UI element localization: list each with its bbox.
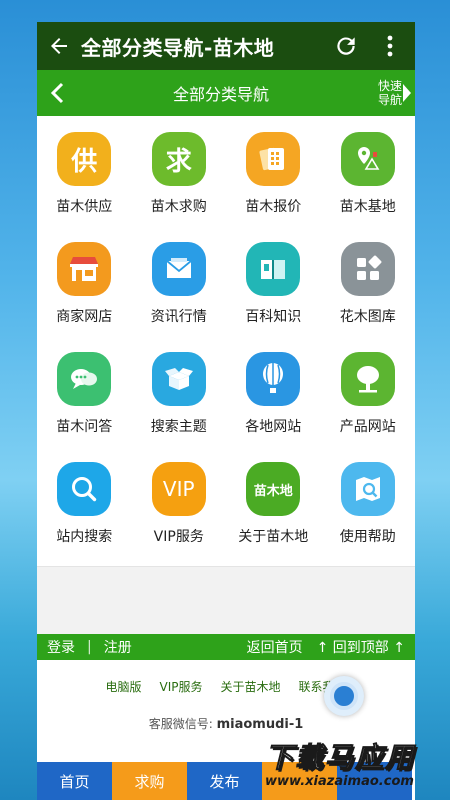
- category-label: 苗木求购: [150, 199, 207, 215]
- desktop-version-link[interactable]: 电脑版: [105, 678, 141, 695]
- category-item[interactable]: 产品网站: [321, 352, 416, 436]
- icon-glyph: 求: [165, 146, 192, 177]
- service-wechat-id: miaomudi-1: [216, 717, 304, 732]
- purchase-icon: 求: [151, 132, 206, 186]
- qa-chat-icon: [57, 352, 112, 406]
- category-label: 站内搜索: [56, 529, 113, 545]
- blank-area: [37, 566, 415, 634]
- category-item[interactable]: 站内搜索: [37, 462, 132, 546]
- quick-nav-label: 快速 导航: [377, 79, 403, 107]
- app-bar: 全部分类导航-苗木地: [37, 22, 415, 70]
- back-home-link[interactable]: 返回首页: [247, 637, 303, 657]
- caret-right-icon: [403, 84, 411, 102]
- category-item[interactable]: 百科知识: [226, 242, 321, 326]
- category-item[interactable]: 求苗木求购: [132, 132, 227, 216]
- tab-purchase-label: 求购: [134, 772, 165, 791]
- app-title: 全部分类导航-苗木地: [81, 35, 275, 60]
- category-item[interactable]: 苗木基地: [321, 132, 416, 216]
- icon-glyph: 供: [71, 146, 98, 177]
- category-item[interactable]: 搜索主题: [132, 352, 227, 436]
- quick-nav-button[interactable]: 快速 导航: [365, 79, 415, 107]
- about-link[interactable]: 关于苗木地: [220, 678, 280, 695]
- vip-icon: VIP: [151, 462, 206, 516]
- tab-home-label: 首页: [59, 772, 90, 791]
- chevron-left-icon[interactable]: [37, 70, 77, 116]
- back-to-top-link[interactable]: ↑ 回到顶部 ↑: [317, 637, 405, 657]
- watermark-url: www.xiazaimao.com: [265, 774, 414, 789]
- floating-assist-button[interactable]: [324, 676, 364, 716]
- category-label: 资讯行情: [150, 309, 207, 325]
- register-link[interactable]: 注册: [104, 637, 132, 657]
- login-link[interactable]: 登录: [47, 637, 75, 657]
- category-label: 百科知识: [245, 309, 302, 325]
- category-label: 搜索主题: [150, 419, 207, 435]
- quick-nav-line2: 导航: [377, 93, 402, 107]
- tab-purchase[interactable]: 求购: [112, 762, 187, 800]
- category-item[interactable]: 苗木问答: [37, 352, 132, 436]
- category-item[interactable]: 苗木地 关于苗木地: [226, 462, 321, 546]
- category-item[interactable]: 供苗木供应: [37, 132, 132, 216]
- search-icon: [57, 462, 112, 516]
- price-icon: [246, 132, 301, 186]
- about-logo-icon: 苗木地: [246, 462, 301, 516]
- category-label: 苗木报价: [245, 199, 302, 215]
- icon-glyph: 苗木地: [253, 483, 293, 499]
- category-label: 各地网站: [245, 419, 302, 435]
- category-label: 使用帮助: [339, 529, 396, 545]
- category-label: 苗木问答: [56, 419, 113, 435]
- service-label: 客服微信号:: [148, 717, 213, 731]
- category-nav-title: 全部分类导航: [172, 85, 269, 104]
- topic-box-icon: [151, 352, 206, 406]
- back-arrow-icon[interactable]: [45, 32, 73, 60]
- category-item[interactable]: 苗木报价: [226, 132, 321, 216]
- watermark-title: 下载马应用: [265, 741, 416, 775]
- quick-nav-line1: 快速: [377, 79, 402, 93]
- category-label: 产品网站: [339, 419, 396, 435]
- category-item[interactable]: VIP VIP服务: [132, 462, 227, 546]
- category-grid: 供苗木供应求苗木求购 苗木报价 苗木基地 商家网店 资讯行情 百科知识 花木图库 苗木问答 搜索…: [37, 116, 415, 552]
- news-mail-icon: [151, 242, 206, 296]
- tab-publish-label: 发布: [209, 772, 240, 791]
- tree-icon: [340, 352, 395, 406]
- assist-circle-icon: [330, 682, 358, 710]
- site-watermark: 下载马应用 www.xiazaimao.com: [265, 736, 445, 800]
- category-label: 苗木基地: [339, 199, 396, 215]
- encyclopedia-book-icon: [246, 242, 301, 296]
- category-label: 商家网店: [56, 309, 113, 325]
- footer-nav-bar: 登录 | 注册 返回首页 ↑ 回到顶部 ↑: [37, 634, 415, 660]
- category-item[interactable]: 资讯行情: [132, 242, 227, 326]
- refresh-icon[interactable]: [329, 29, 363, 63]
- category-label: 花木图库: [339, 309, 396, 325]
- tab-home[interactable]: 首页: [37, 762, 112, 800]
- balloon-icon: [246, 352, 301, 406]
- tab-publish[interactable]: 发布: [187, 762, 262, 800]
- category-nav-bar: 全部分类导航 快速 导航: [37, 70, 415, 116]
- supply-icon: 供: [57, 132, 112, 186]
- icon-glyph: VIP: [162, 477, 195, 501]
- category-item[interactable]: 使用帮助: [321, 462, 416, 546]
- help-map-icon: [340, 462, 395, 516]
- category-label: 关于苗木地: [238, 529, 309, 545]
- footer-divider: |: [87, 639, 92, 655]
- more-vert-icon[interactable]: [373, 29, 407, 63]
- vip-service-link[interactable]: VIP服务: [159, 678, 202, 695]
- category-item[interactable]: 花木图库: [321, 242, 416, 326]
- gallery-icon: [340, 242, 395, 296]
- category-item[interactable]: 各地网站: [226, 352, 321, 436]
- category-item[interactable]: 商家网店: [37, 242, 132, 326]
- shop-icon: [57, 242, 112, 296]
- category-label: VIP服务: [153, 529, 204, 545]
- category-label: 苗木供应: [56, 199, 113, 215]
- base-map-icon: [340, 132, 395, 186]
